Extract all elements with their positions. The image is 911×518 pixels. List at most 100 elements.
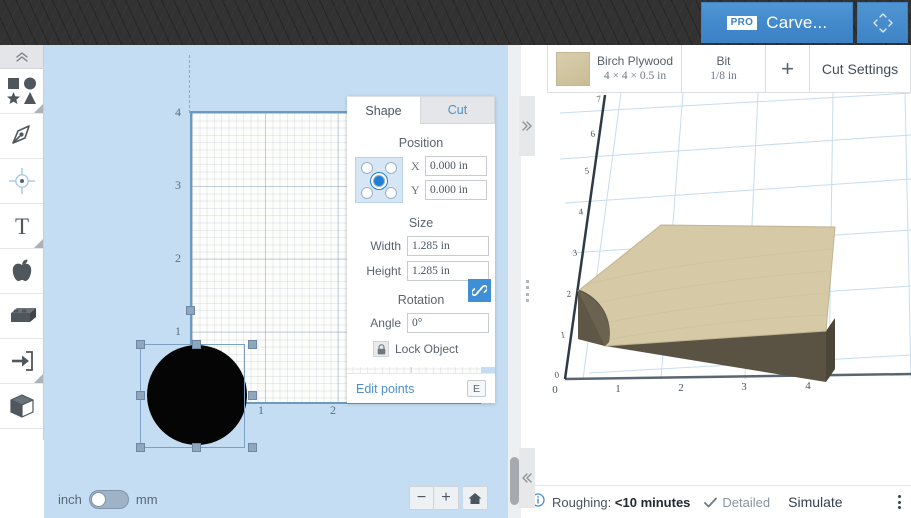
svg-text:7: 7 xyxy=(596,93,602,104)
import-arrow-icon xyxy=(11,351,33,371)
resize-handle-n[interactable] xyxy=(192,340,201,349)
svg-text:4: 4 xyxy=(805,380,811,392)
apple-icon xyxy=(12,259,31,281)
material-dimensions: 4 × 4 × 0.5 in xyxy=(603,69,667,82)
svg-text:2: 2 xyxy=(678,382,684,394)
edit-points-row[interactable]: Edit points E xyxy=(347,373,495,403)
x-input[interactable]: 0.000 in xyxy=(425,156,487,176)
svg-text:1: 1 xyxy=(615,383,621,395)
link-dimensions-button[interactable] xyxy=(468,279,491,302)
edit-points-shortcut: E xyxy=(467,380,486,397)
edit-points-label[interactable]: Edit points xyxy=(356,382,414,396)
top-bar: PRO Carve... xyxy=(0,0,911,45)
submenu-corner-icon xyxy=(34,239,43,248)
unit-toggle-knob xyxy=(90,491,106,507)
width-input[interactable]: 1.285 in xyxy=(407,236,489,256)
status-menu-button[interactable] xyxy=(898,495,901,509)
height-input[interactable]: 1.285 in xyxy=(407,261,489,281)
sidebar-item-text[interactable]: T xyxy=(0,204,43,249)
resize-handle-w[interactable] xyxy=(136,391,145,400)
expand-arrows-icon xyxy=(872,12,893,33)
material-toolbar: Birch Plywood 4 × 4 × 0.5 in Bit 1/8 in … xyxy=(547,45,911,93)
anchor-center[interactable] xyxy=(373,175,385,187)
angle-input[interactable]: 0° xyxy=(407,313,489,333)
resize-handle-ne[interactable] xyxy=(248,340,257,349)
width-label: Width xyxy=(370,239,401,253)
cube-icon xyxy=(9,394,34,418)
pro-badge: PRO xyxy=(726,15,758,30)
sidebar-item-pen[interactable] xyxy=(0,114,43,159)
carbide-create-window: PRO Carve... T 4 3 2 1 1 2 inch mm − + S… xyxy=(0,0,911,518)
kebab-dot xyxy=(898,506,901,509)
resize-handle-se[interactable] xyxy=(248,443,257,452)
material-button[interactable]: Birch Plywood 4 × 4 × 0.5 in xyxy=(548,45,683,92)
snap-marker xyxy=(186,306,195,315)
svg-text:T: T xyxy=(14,214,28,239)
bit-button[interactable]: Bit 1/8 in xyxy=(682,45,767,92)
cut-settings-button[interactable]: Cut Settings xyxy=(810,45,910,92)
position-section-title: Position xyxy=(398,136,444,150)
resize-handle-s[interactable] xyxy=(192,443,201,452)
svg-text:6: 6 xyxy=(590,128,596,139)
detailed-status: Detailed xyxy=(704,495,770,510)
panel-collapse-button[interactable] xyxy=(519,448,535,508)
double-chevron-right-icon xyxy=(522,121,532,131)
three-d-preview-svg: 0 1 2 3 4 5 6 7 0 1 2 3 4 xyxy=(552,92,911,396)
x-axis xyxy=(564,372,911,381)
submenu-corner-icon xyxy=(34,374,43,383)
size-section-title: Size xyxy=(408,216,434,230)
x-field-row: X 0.000 in xyxy=(411,156,487,176)
expand-view-button[interactable] xyxy=(857,2,908,43)
lego-block-icon xyxy=(10,308,36,322)
sidebar-item-clipart[interactable] xyxy=(0,249,43,294)
carve-button[interactable]: PRO Carve... xyxy=(701,2,853,43)
lock-object-row[interactable]: Lock Object xyxy=(347,333,495,357)
add-tool-button[interactable]: + xyxy=(766,45,811,92)
padlock-icon xyxy=(373,341,389,357)
panel-drag-handle[interactable] xyxy=(522,280,532,302)
x-axis-ticks: 0 1 2 3 4 xyxy=(552,380,811,396)
sidebar-item-alignment[interactable] xyxy=(0,159,43,204)
preview-pane[interactable]: Birch Plywood 4 × 4 × 0.5 in Bit 1/8 in … xyxy=(533,45,911,518)
resize-handle-nw[interactable] xyxy=(136,340,145,349)
anchor-bottom-left[interactable] xyxy=(361,187,373,199)
resize-handle-e[interactable] xyxy=(248,391,257,400)
y-input[interactable]: 0.000 in xyxy=(425,180,487,200)
toolbar-collapse-button[interactable] xyxy=(0,45,43,69)
svg-text:5: 5 xyxy=(584,165,590,176)
sidebar-item-import[interactable] xyxy=(0,339,43,384)
resize-handle-sw[interactable] xyxy=(136,443,145,452)
sidebar-item-shapes[interactable] xyxy=(0,69,43,114)
canvas-y-tick: 1 xyxy=(175,324,181,338)
unit-toggle[interactable] xyxy=(88,489,129,509)
material-text: Birch Plywood 4 × 4 × 0.5 in xyxy=(597,54,673,84)
anchor-top-left[interactable] xyxy=(361,162,373,174)
sidebar-item-threed[interactable] xyxy=(0,384,43,429)
tab-shape[interactable]: Shape xyxy=(347,96,420,124)
height-label: Height xyxy=(366,264,401,278)
bit-value: 1/8 in xyxy=(710,69,737,82)
sidebar-item-app[interactable] xyxy=(0,294,43,339)
padlock-glyph-icon xyxy=(377,343,385,354)
carve-button-label: Carve... xyxy=(766,12,828,32)
zoom-home-button[interactable] xyxy=(463,486,488,510)
shape-properties-panel: Shape Cut Position X 0.000 in Y 0.000 in… xyxy=(347,96,495,403)
crosshair-target-icon xyxy=(8,167,35,195)
tab-cut[interactable]: Cut xyxy=(420,96,495,124)
zoom-in-button[interactable]: + xyxy=(434,486,459,510)
angle-row: Angle 0° xyxy=(347,313,495,333)
scrollbar-thumb[interactable] xyxy=(510,457,519,505)
simulate-button[interactable]: Simulate xyxy=(788,494,842,510)
three-d-stage[interactable]: 0 1 2 3 4 5 6 7 0 1 2 3 4 xyxy=(533,92,911,483)
unit-mm-label: mm xyxy=(135,491,158,507)
roughing-label: Roughing: xyxy=(552,494,612,510)
panel-expand-button[interactable] xyxy=(519,96,535,156)
roughing-value: <10 minutes xyxy=(614,494,691,510)
drag-dot xyxy=(525,286,529,290)
zoom-out-button[interactable]: − xyxy=(409,486,434,510)
selection-bounding-box xyxy=(140,344,245,448)
anchor-bottom-right[interactable] xyxy=(385,187,397,199)
anchor-top-right[interactable] xyxy=(385,162,397,174)
svg-text:0: 0 xyxy=(554,369,560,380)
anchor-point-selector[interactable] xyxy=(355,157,403,203)
